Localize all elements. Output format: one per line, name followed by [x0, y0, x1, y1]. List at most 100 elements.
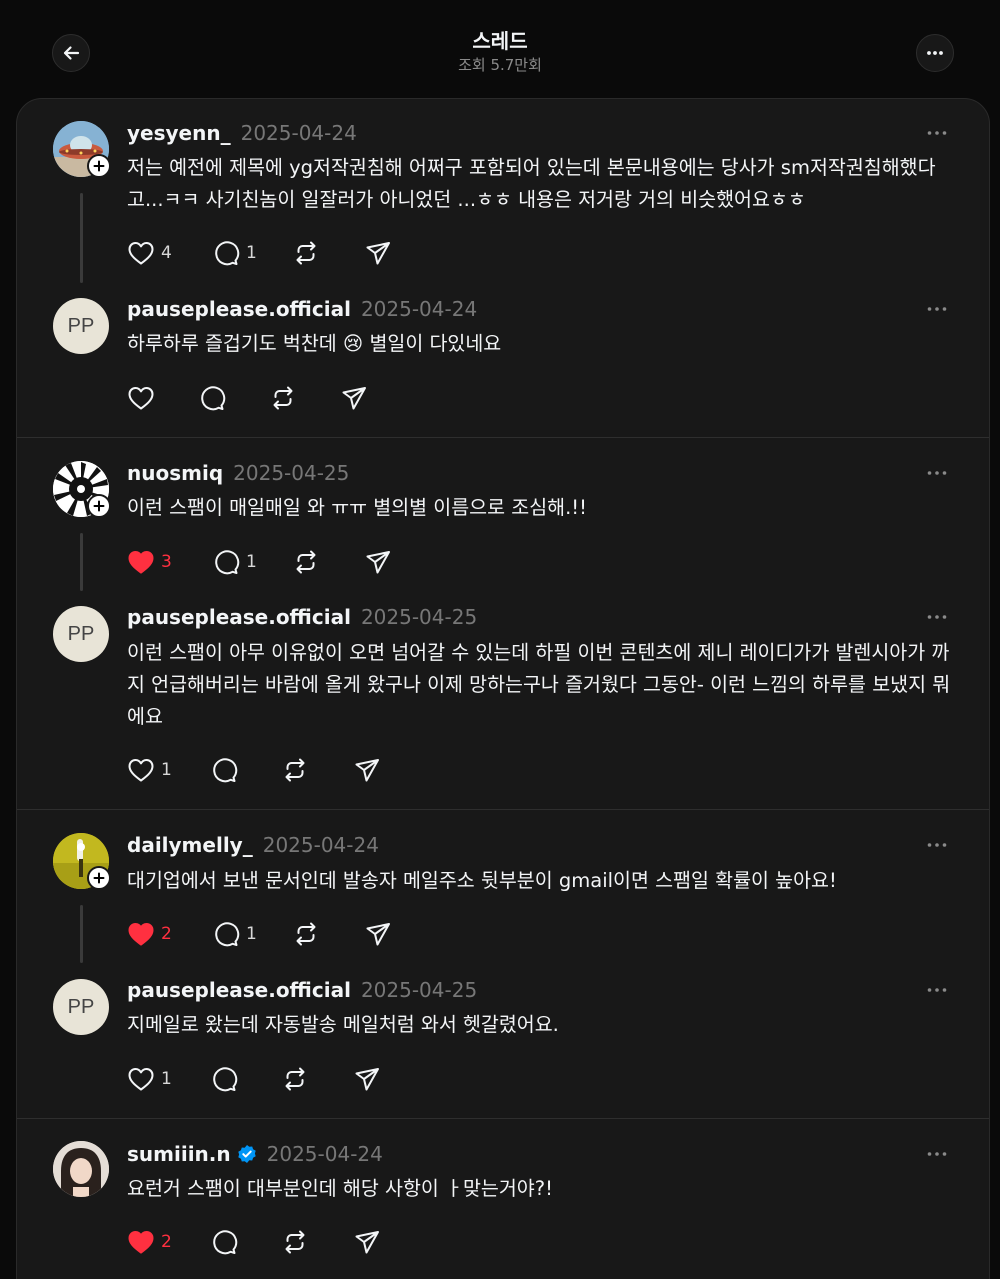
repost-icon: [285, 758, 305, 782]
username[interactable]: pauseplease.official: [127, 297, 351, 321]
send-icon: [366, 551, 390, 574]
avatar[interactable]: PP: [53, 298, 109, 354]
share-button[interactable]: [364, 239, 404, 267]
post-date: 2025-04-24: [266, 1142, 383, 1166]
comment-icon: [201, 386, 226, 411]
repost-button[interactable]: [281, 1228, 353, 1256]
reply-button[interactable]: [198, 384, 269, 412]
post-actions: 1: [127, 756, 393, 784]
post-actions: 1: [127, 1065, 393, 1093]
reply-button[interactable]: [210, 1228, 281, 1256]
like-count: 2: [161, 1232, 172, 1252]
post-more-button[interactable]: [923, 463, 951, 483]
top-bar: 스레드 조회 5.7만회: [0, 0, 1000, 98]
comment-icon: [213, 758, 238, 783]
comment-icon: [213, 1067, 238, 1092]
username[interactable]: yesyenn_: [127, 121, 231, 145]
post-date: 2025-04-24: [240, 121, 357, 145]
reply-count: 1: [246, 552, 257, 572]
plus-icon: [93, 500, 105, 512]
like-button[interactable]: 2: [127, 1228, 210, 1256]
avatar[interactable]: PP: [53, 606, 109, 662]
post-more-button[interactable]: [923, 299, 951, 319]
avatar-portrait-image: [53, 1141, 109, 1197]
username[interactable]: nuosmiq: [127, 461, 223, 485]
verified-badge-icon: [237, 1144, 257, 1164]
post-more-button[interactable]: [923, 1144, 951, 1164]
username[interactable]: pauseplease.official: [127, 978, 351, 1002]
follow-plus-button[interactable]: [87, 494, 111, 518]
like-button[interactable]: 3: [127, 548, 212, 576]
title-block: 스레드 조회 5.7만회: [0, 28, 1000, 75]
heart-icon: [128, 1068, 154, 1091]
send-icon: [366, 923, 390, 946]
like-count: 3: [161, 552, 172, 572]
username[interactable]: sumiiin.n: [127, 1142, 231, 1166]
reply-count: 1: [246, 243, 257, 263]
more-horizontal-icon: [927, 615, 947, 619]
more-options-button[interactable]: [916, 34, 954, 72]
send-icon: [355, 759, 379, 782]
thread-separator: [17, 437, 989, 438]
username[interactable]: pauseplease.official: [127, 605, 351, 629]
share-button[interactable]: [353, 756, 393, 784]
repost-button[interactable]: [292, 548, 364, 576]
post-actions: [127, 384, 380, 412]
reply-button[interactable]: [210, 1065, 281, 1093]
post-more-button[interactable]: [923, 835, 951, 855]
like-button[interactable]: 1: [127, 1065, 210, 1093]
post-date: 2025-04-24: [262, 833, 379, 857]
share-button[interactable]: [353, 1065, 393, 1093]
more-horizontal-icon: [927, 51, 943, 55]
post-more-button[interactable]: [923, 123, 951, 143]
page-title: 스레드: [472, 29, 528, 53]
follow-plus-button[interactable]: [87, 866, 111, 890]
like-button[interactable]: [127, 384, 198, 412]
post-text: 요런거 스팸이 대부분인데 해당 사항이 ㅏ맞는거야?!: [127, 1177, 553, 1200]
repost-icon: [296, 922, 316, 946]
like-count: 4: [161, 243, 172, 263]
share-button[interactable]: [340, 384, 380, 412]
share-button[interactable]: [364, 548, 404, 576]
post-header: pauseplease.official 2025-04-24: [127, 296, 477, 322]
like-button[interactable]: 1: [127, 756, 210, 784]
reply-button[interactable]: [210, 756, 281, 784]
repost-button[interactable]: [281, 1065, 353, 1093]
post-header: dailymelly_ 2025-04-24: [127, 832, 379, 858]
share-button[interactable]: [364, 920, 404, 948]
heart-filled-icon: [128, 551, 154, 574]
send-icon: [366, 242, 390, 265]
share-button[interactable]: [353, 1228, 393, 1256]
repost-button[interactable]: [269, 384, 340, 412]
plus-icon: [93, 160, 105, 172]
thread-connector: [80, 193, 83, 283]
more-horizontal-icon: [927, 307, 947, 311]
like-button[interactable]: 2: [127, 920, 212, 948]
follow-plus-button[interactable]: [87, 154, 111, 178]
like-count: 2: [161, 924, 172, 944]
repost-icon: [285, 1067, 305, 1091]
heart-filled-icon: [128, 923, 154, 946]
repost-button[interactable]: [292, 239, 364, 267]
thread-panel: yesyenn_ 2025-04-24 저는 예전에 제목에 yg저작권침해 어…: [16, 98, 990, 1279]
heart-icon: [128, 759, 154, 782]
username[interactable]: dailymelly_: [127, 833, 253, 857]
reply-button[interactable]: 1: [212, 548, 292, 576]
repost-button[interactable]: [292, 920, 364, 948]
post-date: 2025-04-25: [360, 978, 478, 1002]
post-more-button[interactable]: [923, 607, 951, 627]
avatar[interactable]: [53, 1141, 109, 1197]
heart-icon: [128, 387, 154, 410]
repost-button[interactable]: [281, 756, 353, 784]
reply-button[interactable]: 1: [212, 920, 292, 948]
post-text: 지메일로 왔는데 자동발송 메일처럼 와서 헷갈렸어요.: [127, 1013, 559, 1036]
post-header: sumiiin.n 2025-04-24: [127, 1141, 383, 1167]
repost-icon: [296, 550, 316, 574]
post-more-button[interactable]: [923, 980, 951, 1000]
more-horizontal-icon: [927, 471, 947, 475]
post-text: 이런 스팸이 아무 이유없이 오면 넘어갈 수 있는데 하필 이번 콘텐츠에 제…: [127, 641, 951, 728]
reply-button[interactable]: 1: [212, 239, 292, 267]
thread-connector: [80, 533, 83, 591]
like-button[interactable]: 4: [127, 239, 212, 267]
avatar[interactable]: PP: [53, 979, 109, 1035]
